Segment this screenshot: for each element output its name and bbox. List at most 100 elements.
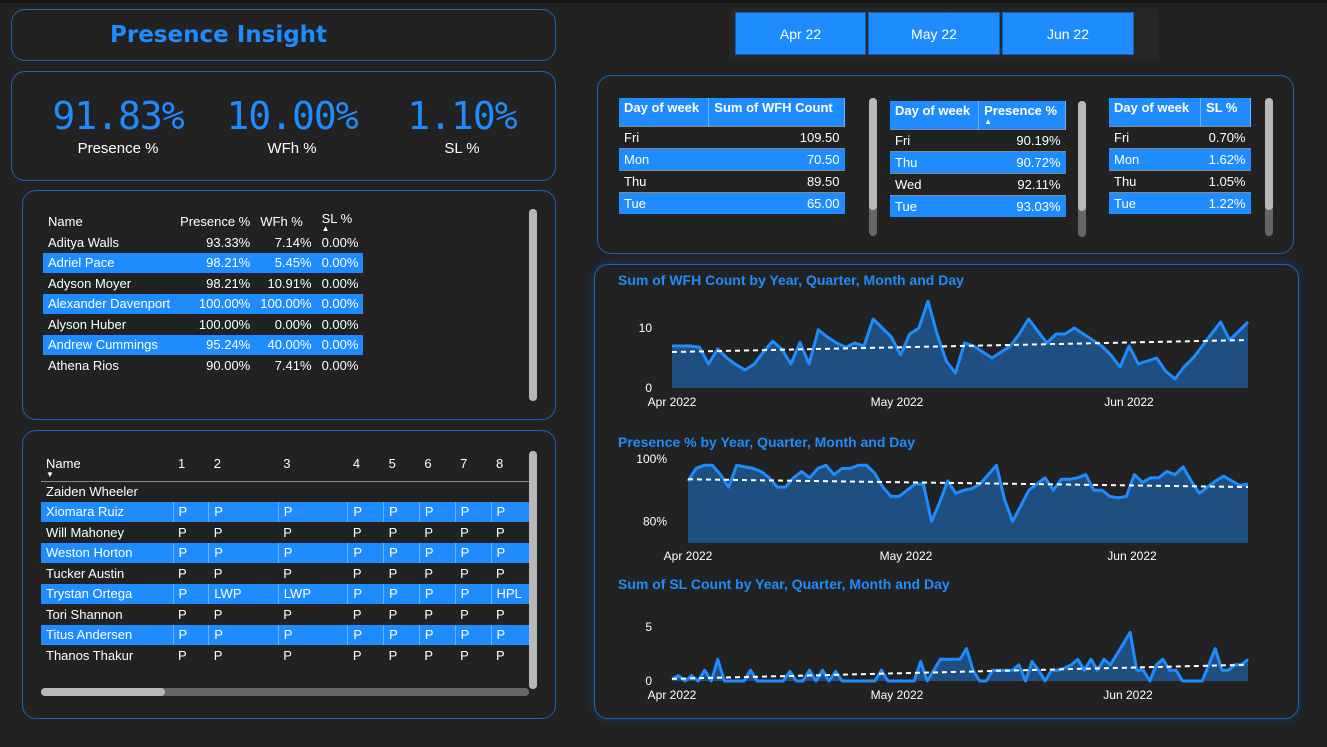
daily-col-1[interactable]: 1: [173, 453, 209, 481]
dow-cell-value: 92.11%: [978, 172, 1066, 195]
daily-cell-status: P: [383, 624, 420, 645]
daily-row[interactable]: Will Mahoney P P P P P P P P: [41, 522, 529, 543]
sl_by_day-row[interactable]: Mon 1.62%: [1109, 147, 1251, 170]
presence_by_day-row[interactable]: Fri 90.19%: [890, 128, 1066, 151]
dow-cell-day: Tue: [890, 194, 979, 217]
sl_by_day-row[interactable]: Tue 1.22%: [1109, 191, 1251, 214]
col-name[interactable]: Name: [43, 211, 175, 232]
daily-row[interactable]: Tori Shannon P P P P P P P P: [41, 604, 529, 625]
daily-cell-status: P: [213, 565, 223, 581]
slicer-may-22[interactable]: May 22: [868, 12, 1000, 55]
daily-col-6[interactable]: 6: [419, 453, 455, 481]
kpi-wfh-label: WFh %: [267, 140, 317, 157]
summary-row[interactable]: Alyson Huber 100.00% 0.00% 0.00%: [43, 314, 363, 335]
daily-col-2[interactable]: 2: [209, 453, 279, 481]
daily-col-8[interactable]: 8: [491, 453, 529, 481]
daily-cell-status: P: [172, 542, 209, 563]
wfh-table-scrollbar[interactable]: [869, 98, 877, 236]
daily-cell-status: P: [418, 583, 456, 604]
summary-scrollbar[interactable]: [529, 209, 537, 401]
daily-cell-status: P: [383, 501, 420, 522]
wfh_by_day-row[interactable]: Fri 109.50: [619, 125, 845, 148]
slicer-apr-22[interactable]: Apr 22: [735, 12, 866, 55]
daily-scrollbar-h[interactable]: [41, 688, 529, 696]
daily-col-name[interactable]: Name ▼: [41, 453, 173, 481]
presence-col-day[interactable]: Day of week: [890, 101, 980, 129]
daily-cell-status: P: [496, 647, 505, 663]
wfh-col-day[interactable]: Day of week: [619, 98, 710, 126]
daily-cell-status: P: [424, 647, 434, 663]
daily-row[interactable]: Titus Andersen P P P P P P P P: [41, 624, 529, 645]
dow-cell-day: Wed: [890, 172, 979, 195]
kpi-wfh: 10.00% WFh %: [212, 94, 372, 157]
wfh_by_day-row[interactable]: Mon 70.50: [619, 147, 845, 170]
daily-col-3[interactable]: 3: [278, 453, 348, 481]
daily-col-5[interactable]: 5: [384, 453, 420, 481]
dow-cell-value: 109.50: [708, 125, 845, 148]
daily-cell-status: P: [496, 565, 505, 581]
daily-cell-status: P: [460, 524, 469, 540]
summary-cell-value: 90.00%: [206, 357, 251, 373]
presence-col-pct[interactable]: Presence % ▲: [978, 101, 1066, 129]
daily-col-4[interactable]: 4: [348, 453, 384, 481]
daily-scrollbar-v-thumb[interactable]: [529, 451, 537, 689]
daily-scrollbar-h-thumb[interactable]: [41, 688, 165, 696]
summary-row[interactable]: Athena Rios 90.00% 7.41% 0.00%: [43, 355, 363, 376]
daily-row[interactable]: Zaiden Wheeler: [41, 481, 529, 502]
dow-cell-day: Thu: [619, 169, 709, 192]
sl-table-scrollbar-thumb[interactable]: [1265, 98, 1273, 210]
dow-cell-value: 0.70%: [1200, 125, 1251, 148]
presence_by_day-row[interactable]: Tue 93.03%: [890, 194, 1066, 217]
wfh-table-scrollbar-thumb[interactable]: [869, 98, 877, 210]
dow-cell-value: 1.62%: [1200, 147, 1251, 170]
summary-scrollbar-thumb[interactable]: [529, 209, 537, 401]
daily-cell-status: P: [383, 542, 420, 563]
daily-cell-status: [278, 481, 348, 502]
summary-row[interactable]: Andrew Cummings 95.24% 40.00% 0.00%: [43, 334, 364, 355]
daily-col-7[interactable]: 7: [455, 453, 491, 481]
presence-table-scrollbar[interactable]: [1078, 101, 1086, 237]
presence_by_day-row[interactable]: Wed 92.11%: [890, 172, 1066, 195]
summary-row[interactable]: Alexander Davenport 100.00% 100.00% 0.00%: [43, 293, 364, 314]
col-wfh[interactable]: WFh %: [255, 211, 316, 232]
daily-row[interactable]: Thanos Thakur P P P P P P P P: [41, 645, 529, 666]
daily-cell-status: P: [490, 542, 529, 563]
summary-row[interactable]: Aditya Walls 93.33% 7.14% 0.00%: [43, 232, 363, 253]
daily-cell-status: [419, 481, 455, 502]
sl-col-day[interactable]: Day of week: [1109, 98, 1201, 126]
daily-row[interactable]: Tucker Austin P P P P P P P P: [41, 563, 529, 584]
presence-table-scrollbar-thumb[interactable]: [1078, 101, 1086, 211]
daily-cell-status: P: [283, 524, 292, 540]
daily-cell-status: P: [352, 565, 362, 581]
wfh_by_day-row[interactable]: Thu 89.50: [619, 169, 845, 192]
wfh_by_day-row[interactable]: Tue 65.00: [619, 191, 845, 214]
summary-row[interactable]: Adriel Pace 98.21% 5.45% 0.00%: [43, 252, 364, 273]
wfh-col-count[interactable]: Sum of WFH Count: [708, 98, 845, 126]
summary-row[interactable]: Adyson Moyer 98.21% 10.91% 0.00%: [43, 273, 363, 294]
daily-cell-status: P: [213, 647, 223, 663]
daily-row[interactable]: Weston Horton P P P P P P P P: [41, 542, 529, 563]
daily-scrollbar-v[interactable]: [529, 451, 537, 689]
summary-cell-value: 5.45%: [255, 252, 317, 273]
daily-cell-status: [348, 481, 384, 502]
sl-col-pct[interactable]: SL %: [1200, 98, 1252, 126]
daily-cell-status: P: [388, 606, 398, 622]
sl_by_day-row[interactable]: Thu 1.05%: [1109, 169, 1251, 192]
slicer-jun-22[interactable]: Jun 22: [1002, 12, 1134, 55]
daily-row[interactable]: Trystan Ortega P LWP LWP P P P P HPL: [41, 583, 529, 604]
daily-cell-status: P: [178, 647, 187, 663]
presence_by_day-row[interactable]: Thu 90.72%: [890, 150, 1066, 173]
col-sl[interactable]: SL % ▲: [317, 211, 364, 233]
sl-table-scrollbar[interactable]: [1265, 98, 1273, 236]
daily-cell-status: P: [347, 542, 384, 563]
summary-cell-name: Alexander Davenport: [43, 293, 176, 314]
daily-cell-status: P: [418, 542, 456, 563]
daily-row[interactable]: Xiomara Ruiz P P P P P P P P: [41, 501, 529, 522]
summary-cell-value: 0.00%: [274, 316, 312, 332]
sl_by_day-row[interactable]: Fri 0.70%: [1109, 125, 1251, 148]
presence-by-day-table: Day of week Presence % ▲ Fri 90.19% Thu 90.7…: [890, 101, 1066, 217]
dow-cell-value: 90.19%: [978, 128, 1066, 151]
dow-cell-value: 1.05%: [1200, 169, 1251, 192]
daily-cell-status: P: [454, 583, 491, 604]
col-presence[interactable]: Presence %: [175, 211, 255, 232]
